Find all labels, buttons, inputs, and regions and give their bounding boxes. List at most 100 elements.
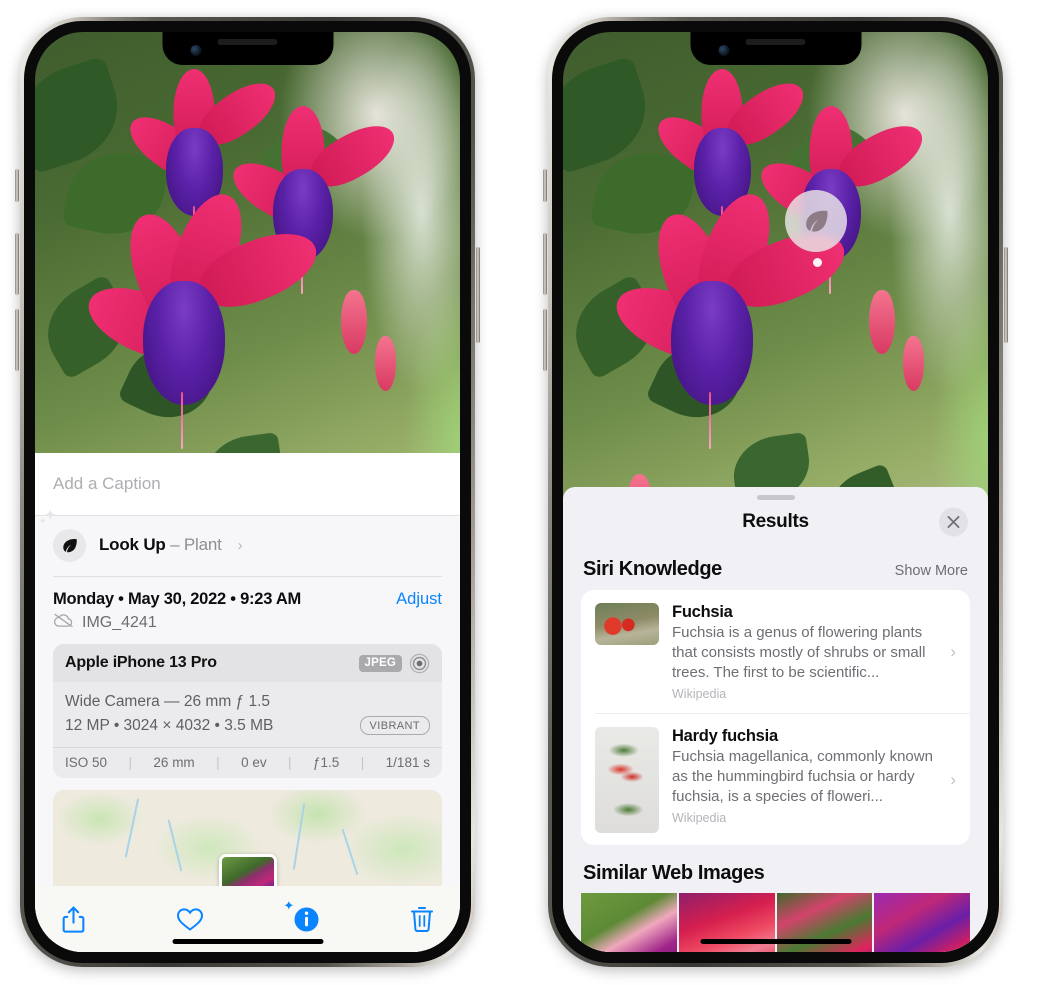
sparkles-icon: ✦ bbox=[283, 897, 295, 913]
cloud-slash-icon bbox=[53, 613, 74, 633]
front-camera bbox=[718, 45, 729, 56]
result-description: Fuchsia magellanica, commonly known as t… bbox=[672, 747, 933, 805]
metadata-card[interactable]: Apple iPhone 13 Pro JPEG Wide Camera — 2… bbox=[53, 643, 442, 778]
exif-divider: | bbox=[216, 755, 220, 770]
chevron-right-icon: › bbox=[950, 769, 956, 789]
web-image-thumbnail[interactable] bbox=[581, 892, 677, 952]
result-source: Wikipedia bbox=[672, 810, 727, 825]
result-title: Hardy fuchsia bbox=[672, 726, 778, 745]
earpiece-speaker bbox=[217, 39, 278, 45]
power-button[interactable] bbox=[1004, 247, 1008, 343]
adjust-button[interactable]: Adjust bbox=[396, 590, 442, 609]
map-section[interactable] bbox=[35, 790, 460, 886]
bud-shape bbox=[375, 335, 397, 391]
visual-look-up-anchor-dot bbox=[813, 258, 822, 267]
leaf-icon bbox=[806, 210, 828, 232]
result-text: Hardy fuchsia Fuchsia magellanica, commo… bbox=[672, 727, 935, 825]
volume-down-button[interactable] bbox=[15, 309, 19, 371]
device-bezel: Results Siri Knowledge Show More Fuchsia… bbox=[552, 21, 999, 963]
screenshot-canvas: Add a Caption ✦ ✦ Look Up – Plant › Mond… bbox=[0, 0, 1055, 985]
web-image-thumbnail[interactable] bbox=[874, 892, 970, 952]
flower-shape bbox=[606, 184, 854, 450]
leaf-icon bbox=[53, 528, 86, 562]
results-header: Results bbox=[563, 500, 988, 544]
location-map[interactable] bbox=[53, 790, 442, 886]
result-thumbnail bbox=[595, 726, 659, 833]
photo-thumbnail-pin[interactable] bbox=[218, 854, 277, 886]
share-icon[interactable] bbox=[61, 905, 86, 934]
close-icon[interactable] bbox=[939, 507, 968, 537]
aperture-icon bbox=[409, 653, 430, 674]
result-title: Fuchsia bbox=[672, 603, 733, 621]
river-line bbox=[167, 819, 182, 872]
info-icon[interactable]: ✦ bbox=[283, 899, 320, 933]
chevron-right-icon: › bbox=[950, 641, 956, 661]
exif-ev: 0 ev bbox=[241, 755, 267, 770]
siri-knowledge-card: Fuchsia Fuchsia is a genus of flowering … bbox=[581, 590, 970, 845]
home-indicator[interactable] bbox=[700, 939, 851, 944]
bud-shape bbox=[903, 335, 925, 391]
exif-focal: 26 mm bbox=[153, 755, 195, 770]
metadata-header: Apple iPhone 13 Pro JPEG bbox=[53, 643, 442, 682]
exif-shutter: 1/181 s bbox=[385, 755, 430, 770]
heart-icon[interactable] bbox=[176, 907, 204, 932]
look-up-subject: Plant bbox=[183, 535, 222, 555]
volume-up-button[interactable] bbox=[543, 233, 547, 295]
format-badge: JPEG bbox=[358, 654, 402, 672]
look-up-title: Look Up bbox=[99, 535, 166, 555]
home-indicator[interactable] bbox=[172, 939, 323, 944]
iphone-device-right: Results Siri Knowledge Show More Fuchsia… bbox=[543, 17, 1008, 967]
visual-look-up-badge[interactable] bbox=[785, 190, 847, 252]
trash-icon[interactable] bbox=[410, 905, 434, 933]
device-notch bbox=[690, 32, 861, 65]
metadata-body: Wide Camera — 26 mm ƒ 1.5 12 MP • 3024 ×… bbox=[53, 682, 442, 747]
result-description: Fuchsia is a genus of flowering plants t… bbox=[672, 624, 926, 681]
volume-up-button[interactable] bbox=[15, 233, 19, 295]
file-name: IMG_4241 bbox=[82, 613, 157, 631]
exif-aperture: ƒ1.5 bbox=[313, 755, 340, 770]
info-body: ✦ ✦ Look Up – Plant › Monday • May 30, 2… bbox=[35, 508, 460, 886]
sparkles-icon: ✦ ✦ bbox=[39, 506, 57, 526]
exif-iso: ISO 50 bbox=[65, 755, 108, 770]
look-up-label: Look Up – Plant bbox=[99, 535, 222, 555]
specs-line: 12 MP • 3024 × 4032 • 3.5 MB bbox=[65, 716, 274, 734]
river-line bbox=[341, 829, 358, 876]
file-row: IMG_4241 bbox=[53, 609, 442, 644]
similar-web-images-title: Similar Web Images bbox=[583, 861, 765, 884]
bud-shape bbox=[341, 289, 367, 354]
flower-shape bbox=[78, 184, 326, 450]
power-button[interactable] bbox=[476, 247, 480, 343]
result-source: Wikipedia bbox=[672, 686, 727, 701]
list-item[interactable]: Fuchsia Fuchsia is a genus of flowering … bbox=[581, 590, 970, 713]
silent-switch[interactable] bbox=[15, 169, 19, 202]
device-screen-left: Add a Caption ✦ ✦ Look Up – Plant › Mond… bbox=[35, 32, 460, 952]
silent-switch[interactable] bbox=[543, 169, 547, 202]
caption-placeholder: Add a Caption bbox=[53, 473, 161, 493]
volume-down-button[interactable] bbox=[543, 309, 547, 371]
photo-info-sheet: Add a Caption ✦ ✦ Look Up – Plant › Mond… bbox=[35, 452, 460, 952]
bud-shape bbox=[869, 289, 895, 354]
front-camera bbox=[190, 45, 201, 56]
caption-input[interactable]: Add a Caption bbox=[35, 452, 460, 516]
results-sheet: Results Siri Knowledge Show More Fuchsia… bbox=[563, 487, 988, 952]
chevron-right-icon: › bbox=[237, 536, 243, 554]
style-badge: VIBRANT bbox=[359, 716, 430, 736]
device-name: Apple iPhone 13 Pro bbox=[65, 654, 217, 672]
result-thumbnail bbox=[595, 603, 659, 645]
results-title: Results bbox=[742, 511, 809, 532]
list-item[interactable]: Hardy fuchsia Fuchsia magellanica, commo… bbox=[595, 712, 970, 845]
iphone-device-left: Add a Caption ✦ ✦ Look Up – Plant › Mond… bbox=[15, 17, 480, 967]
specs-row: 12 MP • 3024 × 4032 • 3.5 MB VIBRANT bbox=[65, 714, 430, 738]
show-more-button[interactable]: Show More bbox=[895, 563, 968, 579]
metadata-badges: JPEG bbox=[358, 653, 430, 674]
earpiece-speaker bbox=[745, 39, 806, 45]
exif-divider: | bbox=[288, 755, 292, 770]
lens-line: Wide Camera — 26 mm ƒ 1.5 bbox=[65, 692, 271, 710]
look-up-row[interactable]: ✦ ✦ Look Up – Plant › bbox=[39, 508, 442, 577]
device-screen-right: Results Siri Knowledge Show More Fuchsia… bbox=[563, 32, 988, 952]
device-notch bbox=[162, 32, 333, 65]
exif-divider: | bbox=[128, 755, 132, 770]
river-line bbox=[124, 798, 139, 857]
siri-knowledge-header: Siri Knowledge Show More bbox=[563, 544, 988, 590]
river-line bbox=[292, 803, 306, 871]
